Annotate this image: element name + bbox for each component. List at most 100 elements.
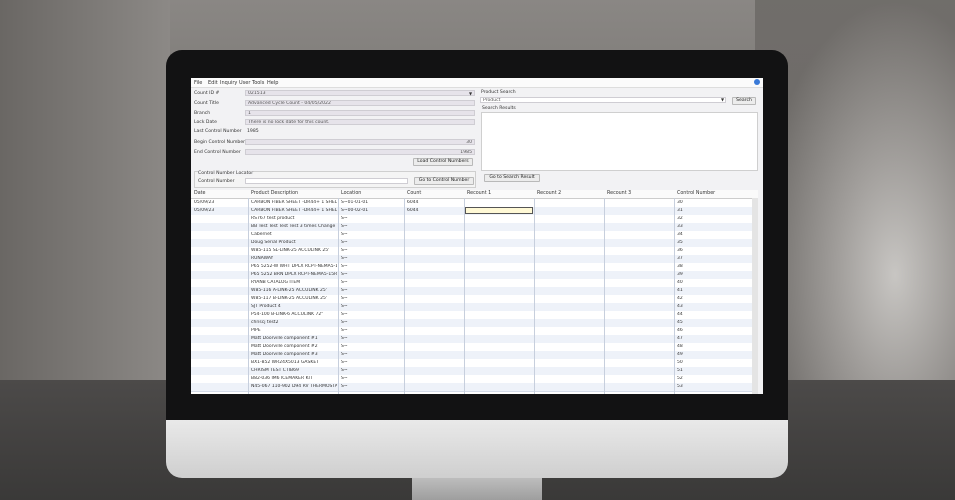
table-cell[interactable]: S~ xyxy=(341,368,401,373)
table-cell[interactable]: S~ xyxy=(341,336,401,341)
table-cell[interactable]: 52 xyxy=(677,376,747,381)
table-cell[interactable]: S~ xyxy=(341,240,401,245)
table-cell[interactable]: 47 xyxy=(677,336,747,341)
go-to-control-number-button[interactable]: Go to Control Number xyxy=(414,177,474,185)
end-control-field[interactable]: 1985 xyxy=(245,149,475,155)
table-cell[interactable]: 05/09/23 xyxy=(194,208,246,213)
table-cell[interactable]: CARBON FIBER SHEET -DR44+ 1 SHEL xyxy=(251,208,337,213)
table-cell[interactable]: Matt Doorville component #2 xyxy=(251,344,337,349)
chevron-down-icon[interactable]: ▼ xyxy=(469,91,472,96)
table-cell[interactable]: RUNAWAY xyxy=(251,256,337,261)
table-row[interactable]: N45-067 110-902 D94 RV THERMOSTAT S~ 53 xyxy=(191,383,756,392)
menu-file[interactable]: File xyxy=(194,80,202,86)
table-cell[interactable]: S~ xyxy=(341,256,401,261)
table-cell[interactable]: N45-067 110-902 D94 RV THERMOSTAT xyxy=(251,384,337,389)
table-cell[interactable]: 41 xyxy=(677,288,747,293)
table-cell[interactable]: 43 xyxy=(677,304,747,309)
table-cell[interactable]: S~ xyxy=(341,232,401,237)
col-location[interactable]: Location xyxy=(341,191,361,196)
table-cell[interactable]: 36 xyxy=(677,248,747,253)
col-date[interactable]: Date xyxy=(194,191,205,196)
table-cell[interactable]: W85-116 A-LINK-25 ACCULINK 25' xyxy=(251,288,337,293)
col-count[interactable]: Count xyxy=(407,191,421,196)
table-cell[interactable]: 45 xyxy=(677,320,747,325)
active-cell-editor[interactable] xyxy=(465,207,533,214)
menu-edit[interactable]: Edit xyxy=(208,80,218,86)
chevron-down-icon[interactable]: ▼ xyxy=(721,97,724,102)
table-cell[interactable]: W85-115 SL-LINK-25 ACCULINK 25' xyxy=(251,248,337,253)
table-cell[interactable]: 35 xyxy=(677,240,747,245)
table-cell[interactable]: S~ xyxy=(341,272,401,277)
table-cell[interactable]: B82-036 IM6 ICEMAKER KIT xyxy=(251,376,337,381)
table-cell[interactable]: 50 xyxy=(677,360,747,365)
table-cell[interactable]: SJT Product 4 xyxy=(251,304,337,309)
search-button[interactable]: Search xyxy=(732,97,756,105)
table-cell[interactable]: 05/09/23 xyxy=(194,200,246,205)
table-cell[interactable]: 42 xyxy=(677,296,747,301)
table-cell[interactable]: 40 xyxy=(677,280,747,285)
search-results-list[interactable] xyxy=(481,112,758,171)
table-cell[interactable]: S~ xyxy=(341,264,401,269)
control-number-input[interactable] xyxy=(245,178,408,184)
table-cell[interactable]: S~ xyxy=(341,360,401,365)
search-type-select[interactable]: Product xyxy=(480,97,726,103)
table-cell[interactable]: 51 xyxy=(677,368,747,373)
table-cell[interactable]: W85-117 B-LINK-25 ACCULINK 25' xyxy=(251,296,337,301)
table-cell[interactable]: S~ xyxy=(341,296,401,301)
table-cell[interactable]: S~ xyxy=(341,304,401,309)
table-cell[interactable]: 30 xyxy=(677,200,747,205)
count-id-field[interactable]: 021513 xyxy=(245,90,475,96)
table-cell[interactable]: Matt Doorville component #1 xyxy=(251,336,337,341)
table-cell[interactable]: S~ xyxy=(341,328,401,333)
table-cell[interactable]: P65 5252-W WHT DPLX RCPT-NEMA5-1 xyxy=(251,264,337,269)
branch-field[interactable]: 1 xyxy=(245,110,475,116)
table-cell[interactable]: PIPE xyxy=(251,328,337,333)
table-cell[interactable]: S~ xyxy=(341,376,401,381)
table-cell[interactable]: 33 xyxy=(677,224,747,229)
table-cell[interactable]: P65 5252 BRN DPLX RCPT-NEMA5-15R xyxy=(251,272,337,277)
table-cell[interactable]: S~ xyxy=(341,384,401,389)
col-product-description[interactable]: Product Description xyxy=(251,191,298,196)
table-cell[interactable]: CHRISM TEST CTIB69 xyxy=(251,368,337,373)
table-cell[interactable]: Matt Doorville component #3 xyxy=(251,352,337,357)
table-cell[interactable]: 31 xyxy=(677,208,747,213)
table-cell[interactable]: 38 xyxy=(677,264,747,269)
table-cell[interactable]: P54-100 B-LINK-6 ACCULINK 72" xyxy=(251,312,337,317)
table-cell[interactable]: S~00-02-01 xyxy=(341,208,401,213)
menu-help[interactable]: Help xyxy=(267,80,278,86)
begin-control-field[interactable]: 30 xyxy=(245,139,475,145)
table-cell[interactable]: S~ xyxy=(341,216,401,221)
table-cell[interactable]: 34 xyxy=(677,232,747,237)
table-cell[interactable]: 49 xyxy=(677,352,747,357)
menu-inquiry[interactable]: Inquiry xyxy=(220,80,237,86)
table-cell[interactable]: S~ xyxy=(341,344,401,349)
table-cell[interactable]: BX1-852 WR24X5013 GASKET xyxy=(251,360,337,365)
table-cell[interactable]: 6044 xyxy=(407,208,462,213)
table-cell[interactable]: Doug Serial Product xyxy=(251,240,337,245)
table-cell[interactable]: Cabernet xyxy=(251,232,337,237)
table-cell[interactable]: S~ xyxy=(341,224,401,229)
table-cell[interactable]: 6044 xyxy=(407,200,462,205)
table-cell[interactable]: BB Test Test Test Test 3 times Change it xyxy=(251,224,337,229)
table-cell[interactable]: S~ xyxy=(341,320,401,325)
table-cell[interactable]: 46 xyxy=(677,328,747,333)
table-cell[interactable]: 39 xyxy=(677,272,747,277)
table-cell[interactable]: 48 xyxy=(677,344,747,349)
col-recount-2[interactable]: Recount 2 xyxy=(537,191,561,196)
load-control-numbers-button[interactable]: Load Control Numbers xyxy=(413,158,473,166)
grid-scrollbar[interactable] xyxy=(752,198,758,394)
table-cell[interactable]: CARBON FIBER SHEET -DR44+ 1 SHEL xyxy=(251,200,337,205)
table-cell[interactable]: S~ xyxy=(341,352,401,357)
table-cell[interactable]: S~ xyxy=(341,312,401,317)
table-cell[interactable]: RS767 test product xyxy=(251,216,337,221)
table-cell[interactable]: S~01-01-01 xyxy=(341,200,401,205)
table-cell[interactable]: chriscj test2 xyxy=(251,320,337,325)
table-cell[interactable]: 32 xyxy=(677,216,747,221)
col-recount-3[interactable]: Recount 3 xyxy=(607,191,631,196)
go-to-search-result-button[interactable]: Go to Search Result xyxy=(484,174,540,182)
col-recount-1[interactable]: Recount 1 xyxy=(467,191,491,196)
menu-user-tools[interactable]: User Tools xyxy=(239,80,264,86)
table-cell[interactable]: S~ xyxy=(341,280,401,285)
table-cell[interactable]: S~ xyxy=(341,248,401,253)
table-cell[interactable]: RYANB CATALOG ITEM xyxy=(251,280,337,285)
